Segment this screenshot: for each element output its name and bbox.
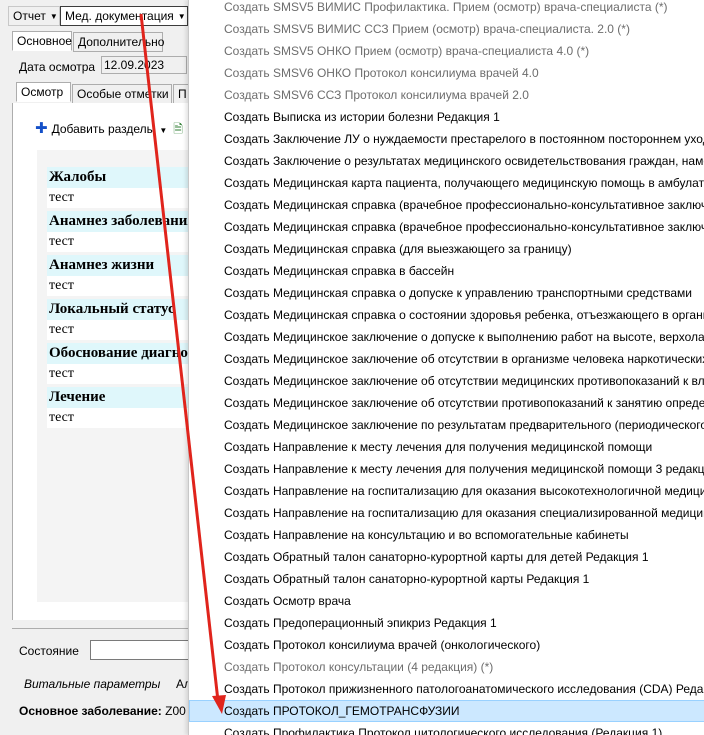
menu-item[interactable]: Создать Направление на госпитализацию дл…: [189, 480, 704, 502]
menu-item: Создать SMSV5 ОНКО Прием (осмотр) врача-…: [224, 44, 590, 58]
menu-item[interactable]: Создать Обратный талон санаторно-курортн…: [189, 568, 704, 590]
menu-item[interactable]: Создать Направление на консультацию и во…: [189, 524, 704, 546]
menu-item[interactable]: Создать Протокол прижизненного патологоа…: [189, 678, 704, 700]
menu-item[interactable]: Создать Медицинская справка в бассейн: [189, 260, 704, 282]
menu-item: Создать SMSV6 ССЗ Протокол консилиума вр…: [224, 88, 529, 102]
menu-item[interactable]: Создать Предоперационный эпикриз Редакци…: [189, 612, 704, 634]
bottom-panel: Состояние Витальные параметры Ал Основно…: [12, 628, 212, 735]
menu-item[interactable]: Создать Медицинское заключение по резуль…: [189, 414, 704, 436]
menu-item[interactable]: Создать Выписка из истории болезни Редак…: [189, 106, 704, 128]
vital-params-link[interactable]: Витальные параметры: [24, 677, 160, 691]
menu-item: Создать SMSV5 ВИМИС ССЗ Прием (осмотр) в…: [224, 22, 630, 36]
menu-item[interactable]: Создать Направление на госпитализацию дл…: [189, 502, 704, 524]
med-documentation-dropdown: Создать SMSV5 ВИМИС Профилактика. Прием …: [188, 0, 704, 735]
menu-item[interactable]: Создать Медицинское заключение о допуске…: [189, 326, 704, 348]
main-disease-label: Основное заболевание:: [19, 704, 162, 718]
application-window: Отчет ▼ Мед. документация ▼ Основное Допол…: [0, 0, 212, 735]
menu-item[interactable]: Создать Профилактика Протокол цитологиче…: [189, 722, 704, 735]
med-documentation-label: Мед. документация: [65, 9, 174, 23]
tab-main[interactable]: Основное: [12, 31, 72, 51]
main-disease: Основное заболевание: Z00: [19, 704, 186, 718]
add-sections-button[interactable]: ✚ Добавить разделы ▼ 🗎: [35, 119, 183, 141]
menu-item[interactable]: Создать Медицинское заключение об отсутс…: [189, 370, 704, 392]
menu-item[interactable]: Создать Медицинская справка о допуске к …: [189, 282, 704, 304]
menu-item: Создать Протокол консультации (4 редакци…: [224, 660, 494, 674]
report-label: Отчет: [13, 9, 46, 23]
tab-additional[interactable]: Дополнительно: [73, 32, 164, 52]
report-menu-button[interactable]: Отчет ▼: [8, 6, 60, 26]
exam-date-field[interactable]: 12.09.2023: [101, 56, 187, 74]
menu-item[interactable]: Создать Медицинское заключение об отсутс…: [189, 392, 704, 414]
menu-item[interactable]: Создать Медицинская справка (для выезжаю…: [189, 238, 704, 260]
add-sections-label: Добавить разделы: [51, 122, 156, 136]
exam-date-label: Дата осмотра: [19, 60, 96, 74]
menu-item[interactable]: Создать Заключение ЛУ о нуждаемости прес…: [189, 128, 704, 150]
document-editor[interactable]: Жалобы тест Анамнез заболевания тест Ана…: [37, 150, 212, 602]
chevron-down-icon: ▼: [49, 12, 58, 22]
menu-item: Создать SMSV6 ОНКО Протокол консилиума в…: [224, 66, 539, 80]
menu-item: Создать SMSV5 ВИМИС Профилактика. Прием …: [224, 0, 668, 14]
chevron-down-icon: ▼: [159, 126, 168, 135]
menu-item[interactable]: Создать Осмотр врача: [189, 590, 704, 612]
document-icon[interactable]: 🗎: [173, 122, 183, 136]
main-disease-value: Z00: [165, 704, 186, 718]
examination-panel: ✚ Добавить разделы ▼ 🗎 Жалобы тест Анамнез …: [12, 103, 212, 620]
menu-item[interactable]: Создать Медицинская справка о состоянии …: [189, 304, 704, 326]
menu-item-highlighted[interactable]: Создать ПРОТОКОЛ_ГЕМОТРАНСФУЗИИ: [189, 700, 704, 722]
menu-item[interactable]: Создать Медицинская справка (врачебное п…: [189, 216, 704, 238]
state-label: Состояние: [19, 644, 79, 658]
med-documentation-menu-button[interactable]: Мед. документация ▼: [60, 6, 188, 26]
tab-examination[interactable]: Осмотр: [16, 82, 71, 102]
tab-special-notes[interactable]: Особые отметки: [72, 84, 172, 104]
menu-item[interactable]: Создать Медицинская карта пациента, полу…: [189, 172, 704, 194]
plus-icon: ✚: [35, 120, 48, 137]
menu-item[interactable]: Создать Медицинское заключение об отсутс…: [189, 348, 704, 370]
menu-item[interactable]: Создать Обратный талон санаторно-курортн…: [189, 546, 704, 568]
menu-item[interactable]: Создать Протокол консилиума врачей (онко…: [189, 634, 704, 656]
menu-item[interactable]: Создать Направление к месту лечения для …: [189, 436, 704, 458]
menu-item[interactable]: Создать Направление к месту лечения для …: [189, 458, 704, 480]
menu-item[interactable]: Создать Медицинская справка (врачебное п…: [189, 194, 704, 216]
chevron-down-icon: ▼: [177, 12, 186, 22]
menu-item[interactable]: Создать Заключение о результатах медицин…: [189, 150, 704, 172]
